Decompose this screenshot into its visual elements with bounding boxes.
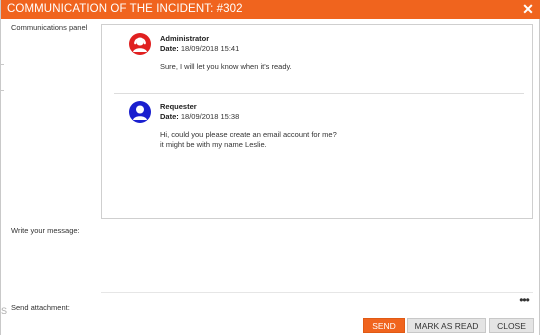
message-divider [114,93,524,94]
communications-panel-label: Communications panel [11,23,88,32]
close-button[interactable]: CLOSE [489,318,534,333]
message-text: it might be with my name Leslie. [160,140,267,149]
message-input[interactable] [101,226,537,292]
message-date-value: 18/09/2018 15:41 [180,44,240,53]
communications-panel[interactable]: Administrator Date: 18/09/2018 15:41 Sur… [101,24,533,219]
admin-avatar-icon [129,33,151,55]
background-fragment: S [1,306,8,316]
close-x-icon[interactable]: ✕ [521,1,535,17]
send-button[interactable]: SEND [363,318,405,333]
attachment-field[interactable] [101,292,533,293]
message-date-value: 18/09/2018 15:38 [180,112,240,121]
message-text: Sure, I will let you know when it's read… [160,62,292,71]
message-author: Administrator [160,34,210,43]
message-author: Requester [160,102,197,111]
write-message-label: Write your message: [11,226,80,235]
message-text: Hi, could you please create an email acc… [160,130,337,139]
message-date: Date: 18/09/2018 15:41 [160,44,239,53]
incident-communication-dialog: COMMUNICATION OF THE INCIDENT: #302 ✕ Co… [0,0,540,335]
send-attachment-label: Send attachment: [11,303,70,312]
message-date: Date: 18/09/2018 15:38 [160,112,239,121]
dialog-title: COMMUNICATION OF THE INCIDENT: #302 [7,3,243,15]
message-date-label: Date: [160,112,179,121]
ellipsis-icon[interactable]: ••• [517,294,531,306]
user-avatar-icon [129,101,151,123]
background-edge [1,64,4,65]
message-date-label: Date: [160,44,179,53]
dialog-titlebar: COMMUNICATION OF THE INCIDENT: #302 ✕ [1,0,540,19]
mark-as-read-button[interactable]: MARK AS READ [407,318,486,333]
background-edge [1,90,4,91]
